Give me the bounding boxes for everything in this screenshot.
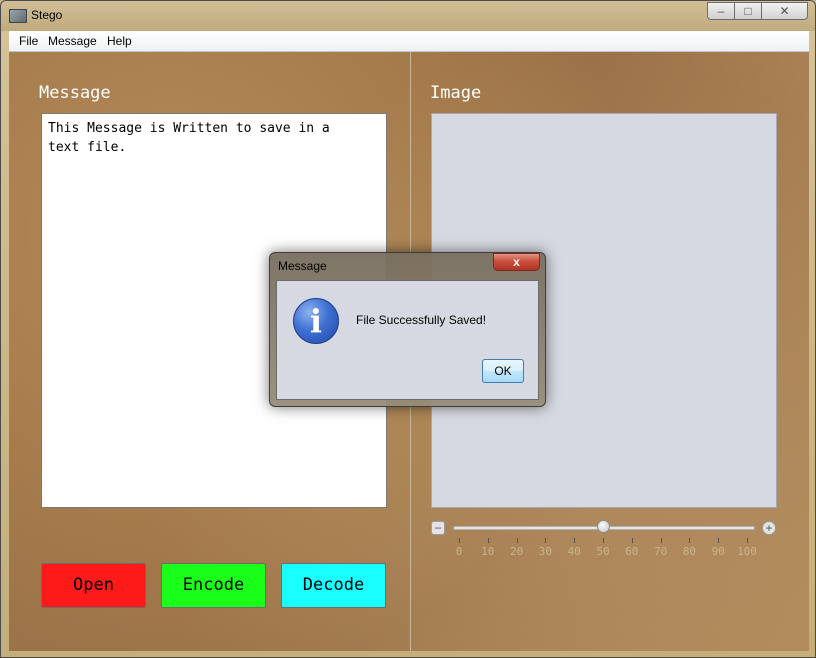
slider-tick-label: 30 — [538, 545, 553, 558]
menu-help[interactable]: Help — [107, 34, 132, 48]
close-icon: ✕ — [779, 4, 790, 18]
minimize-icon: – — [717, 4, 725, 18]
slider-tick — [660, 538, 662, 543]
slider-tick-label: 0 — [455, 545, 463, 558]
slider-tick — [487, 538, 489, 543]
slider-tick-label: 40 — [567, 545, 581, 558]
minimize-button[interactable]: – — [707, 2, 735, 20]
slider-tick — [718, 538, 720, 543]
title-bar[interactable]: Stego – □ ✕ — [1, 1, 815, 31]
info-icon: i — [293, 298, 339, 344]
slider-tick-label: 20 — [509, 545, 524, 558]
close-icon: x — [513, 255, 520, 269]
slider-tick — [747, 538, 748, 543]
message-dialog: Message x i File Successfully Saved! OK — [269, 252, 546, 407]
minus-icon[interactable]: − — [431, 521, 445, 535]
menu-message[interactable]: Message — [48, 34, 97, 48]
slider-tick — [689, 538, 691, 543]
menu-bar: File Message Help — [9, 31, 809, 52]
slider-tick — [516, 538, 518, 543]
slider-tick-label: 70 — [653, 545, 668, 558]
slider-tick — [459, 538, 460, 543]
menu-file[interactable]: File — [19, 34, 38, 48]
slider-tick — [603, 538, 604, 543]
ok-button[interactable]: OK — [482, 359, 524, 383]
slider-tick-label: 60 — [625, 545, 639, 558]
slider-tick-label: 80 — [682, 545, 697, 558]
plus-icon[interactable]: + — [762, 521, 776, 535]
dialog-message: File Successfully Saved! — [356, 313, 487, 327]
slider-tick-label: 50 — [596, 545, 610, 558]
slider-tick — [574, 538, 576, 543]
app-icon — [9, 9, 27, 23]
image-label: Image — [430, 83, 482, 103]
message-label: Message — [39, 83, 111, 103]
slider-tick-label: 10 — [481, 545, 495, 558]
dialog-body: i File Successfully Saved! OK — [276, 280, 539, 400]
slider-thumb[interactable] — [596, 520, 610, 533]
slider-tick-label: 100 — [737, 545, 757, 558]
encode-button[interactable]: Encode — [161, 563, 266, 608]
dialog-title: Message — [278, 259, 327, 273]
maximize-icon: □ — [744, 4, 752, 18]
slider-tick — [545, 538, 547, 543]
slider-tick-label: 90 — [711, 545, 725, 558]
slider-tick — [631, 538, 633, 543]
close-button[interactable]: ✕ — [761, 2, 808, 20]
zoom-slider[interactable]: − + 0 10 20 30 40 50 60 70 80 90 100 — [431, 518, 777, 558]
maximize-button[interactable]: □ — [734, 2, 762, 20]
window-title: Stego — [31, 8, 63, 22]
dialog-close-button[interactable]: x — [493, 253, 540, 271]
decode-button[interactable]: Decode — [281, 563, 386, 608]
open-button[interactable]: Open — [41, 563, 146, 608]
